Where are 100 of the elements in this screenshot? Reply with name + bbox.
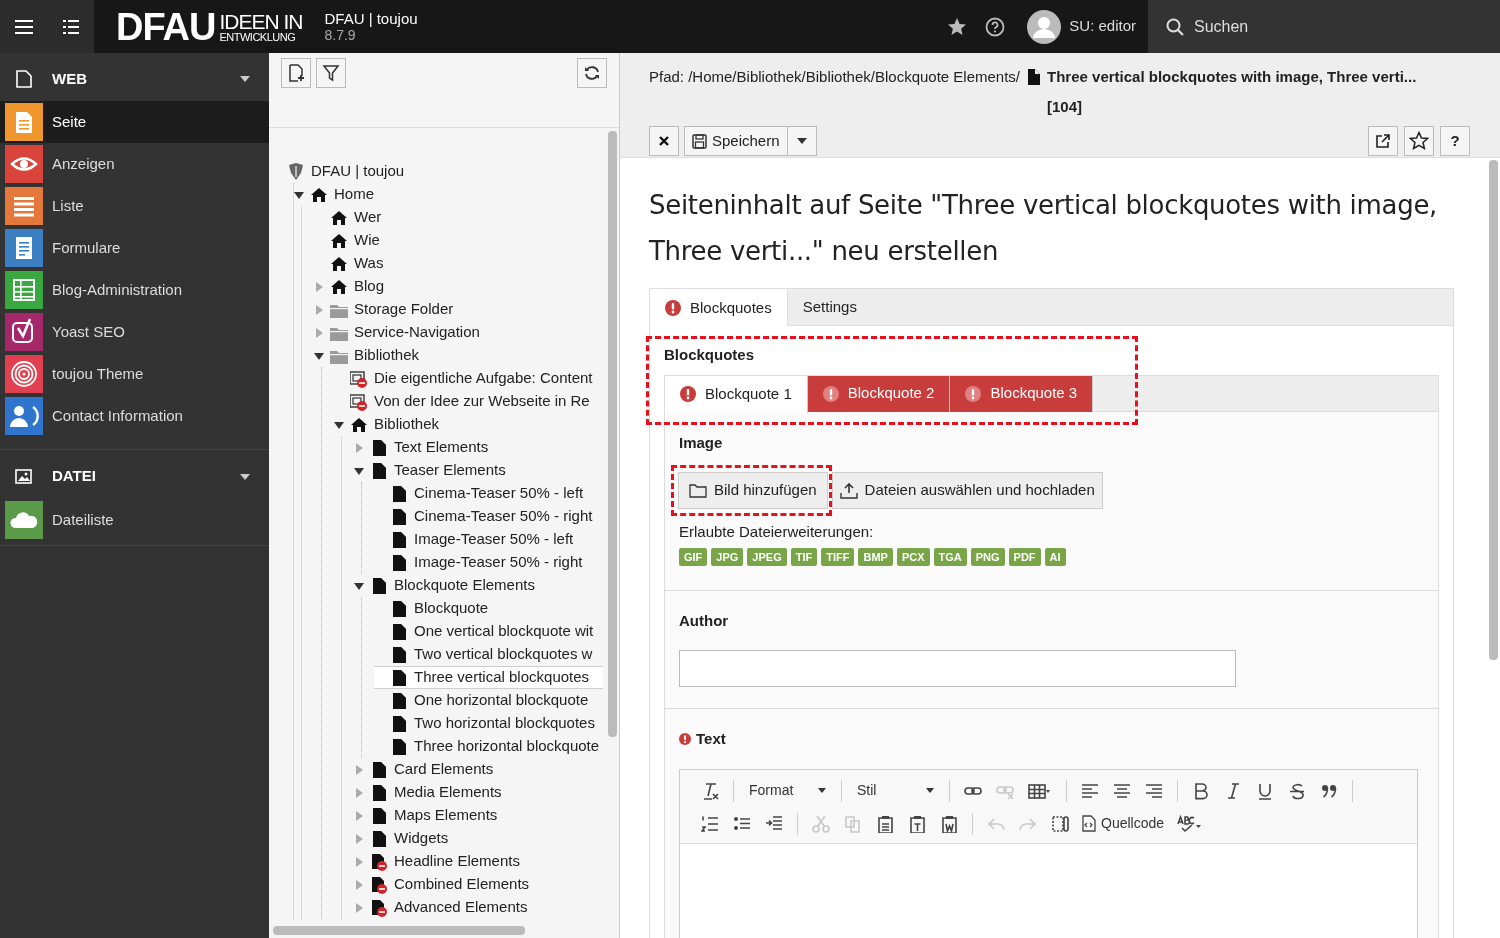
tab[interactable]: Blockquote 2 <box>807 375 951 412</box>
module-group-label: DATEI <box>52 466 97 487</box>
tree-label: Card Elements <box>394 759 494 780</box>
tree-item[interactable]: Teaser Elements <box>354 459 603 482</box>
tree-item[interactable]: Cinema-Teaser 50% - right <box>374 505 603 528</box>
help-button[interactable]: ? <box>1440 126 1470 156</box>
extension-badge: GIF <box>679 547 708 566</box>
module-item[interactable]: toujou Theme <box>0 353 269 395</box>
refresh-button[interactable] <box>577 58 607 88</box>
module-item[interactable]: Yoast SEO <box>0 311 269 353</box>
tree-item[interactable]: Image-Teaser 50% - left <box>374 528 603 551</box>
document-icon <box>390 599 408 618</box>
module-item[interactable]: Seite <box>0 101 269 143</box>
tree-item[interactable]: Blockquote Elements <box>354 574 603 597</box>
tree-item[interactable]: Widgets <box>354 827 603 850</box>
house-icon <box>330 208 348 227</box>
tree-item[interactable]: One vertical blockquote wit <box>374 620 603 643</box>
tree-item[interactable]: Home <box>294 183 603 206</box>
tree-item[interactable]: Cinema-Teaser 50% - left <box>374 482 603 505</box>
tree-item[interactable]: Wer <box>314 206 603 229</box>
tree-item[interactable]: Card Elements <box>354 758 603 781</box>
tree-item[interactable]: Three vertical blockquotes <box>374 666 603 689</box>
save-icon <box>692 133 707 149</box>
style-dropdown[interactable]: Format <box>741 780 834 801</box>
document-icon <box>390 507 408 526</box>
tree-item[interactable]: Was <box>314 252 603 275</box>
tab[interactable]: Blockquotes <box>650 289 788 327</box>
tree-item[interactable]: Three horizontal blockquote <box>374 735 603 758</box>
collapse-arrow-icon[interactable] <box>334 419 344 430</box>
document-icon <box>370 829 388 848</box>
tree-label: Blockquote <box>414 598 489 619</box>
module-item[interactable]: Blog-Administration <box>0 269 269 311</box>
tree-item[interactable]: Two vertical blockquotes w <box>374 643 603 666</box>
collapse-arrow-icon[interactable] <box>354 465 364 476</box>
tree-item[interactable]: Die eigentliche Aufgabe: Content <box>334 367 603 390</box>
close-button[interactable] <box>649 126 679 156</box>
tree-label: Teaser Elements <box>394 460 506 481</box>
refresh-icon <box>583 64 601 82</box>
filter-button[interactable] <box>316 58 346 88</box>
tree-item[interactable]: Wie <box>314 229 603 252</box>
collapse-arrow-icon[interactable] <box>294 189 304 200</box>
error-icon <box>822 385 839 402</box>
tree-item[interactable]: Text Elements <box>354 436 603 459</box>
tree-item[interactable]: Von der Idee zur Webseite in Re <box>334 390 603 413</box>
tree-item[interactable]: Advanced Elements <box>354 896 603 919</box>
tree-item[interactable]: Headline Elements <box>354 850 603 873</box>
search-button[interactable]: Suchen <box>1148 0 1500 53</box>
module-item[interactable]: Contact Information <box>0 395 269 437</box>
scrollbar-thumb[interactable] <box>1489 160 1498 660</box>
extension-badge: JPEG <box>747 547 787 566</box>
scrollbar-thumb[interactable] <box>273 926 525 935</box>
tab[interactable]: Blockquote 3 <box>950 375 1094 412</box>
tree-item[interactable]: Bibliothek <box>334 413 603 436</box>
allowed-extensions-label: Erlaubte Dateierweiterungen: <box>679 522 875 542</box>
site-name: DFAU | toujou <box>324 9 418 27</box>
module-item[interactable]: Liste <box>0 185 269 227</box>
tree-label: Two horizontal blockquotes <box>414 713 595 734</box>
tree-item[interactable]: Combined Elements <box>354 873 603 896</box>
external-link-icon <box>1375 133 1391 149</box>
error-icon <box>965 385 982 402</box>
save-button[interactable]: Speichern <box>684 126 788 156</box>
document-icon <box>15 70 32 88</box>
tab[interactable]: Blockquote 1 <box>665 375 808 413</box>
tab[interactable]: Settings <box>787 289 872 326</box>
extension-badge: TGA <box>933 547 967 566</box>
tree-item[interactable]: Image-Teaser 50% - right <box>374 551 603 574</box>
tree-item[interactable]: DFAU | toujou <box>287 160 603 183</box>
bookmark-icon[interactable] <box>947 16 968 37</box>
bookmark-button[interactable] <box>1404 126 1434 156</box>
user-menu[interactable]: SU: editor <box>1027 9 1136 44</box>
tree-item[interactable]: Two horizontal blockquotes <box>374 712 603 735</box>
tree-item[interactable]: Media Elements <box>354 781 603 804</box>
tree-item[interactable]: Storage Folder <box>314 298 603 321</box>
help-icon[interactable] <box>985 16 1006 37</box>
source-button[interactable]: Quellcode <box>1076 813 1171 834</box>
collapse-arrow-icon[interactable] <box>314 350 324 361</box>
tree-item[interactable]: Blockquote <box>374 597 603 620</box>
tree-label: Cinema-Teaser 50% - right <box>414 506 593 527</box>
style-dropdown[interactable]: Stil <box>849 780 942 801</box>
add-image-button[interactable]: Bild hinzufügen <box>678 472 828 509</box>
tree-label: Service-Navigation <box>354 322 480 343</box>
tree-label: Bibliothek <box>374 414 440 435</box>
document-icon <box>390 737 408 756</box>
tree-item[interactable]: Bibliothek <box>314 344 603 367</box>
dropdown-toggle[interactable] <box>787 126 817 156</box>
author-input-field[interactable] <box>679 650 1236 687</box>
module-item[interactable]: Dateiliste <box>0 499 269 541</box>
collapse-arrow-icon[interactable] <box>354 580 364 591</box>
new-page-button[interactable] <box>281 58 311 88</box>
tree-item[interactable]: Blog <box>314 275 603 298</box>
module-item[interactable]: Formulare <box>0 227 269 269</box>
tree-item[interactable]: Maps Elements <box>354 804 603 827</box>
scrollbar-thumb[interactable] <box>608 131 617 737</box>
upload-button[interactable]: Dateien auswählen und hochladen <box>831 472 1103 509</box>
module-item[interactable]: Anzeigen <box>0 143 269 185</box>
module-group-header[interactable]: WEB <box>0 57 269 101</box>
tree-item[interactable]: One horizontal blockquote <box>374 689 603 712</box>
open-window-button[interactable] <box>1368 126 1398 156</box>
module-group-header[interactable]: DATEI <box>0 449 269 499</box>
tree-item[interactable]: Service-Navigation <box>314 321 603 344</box>
